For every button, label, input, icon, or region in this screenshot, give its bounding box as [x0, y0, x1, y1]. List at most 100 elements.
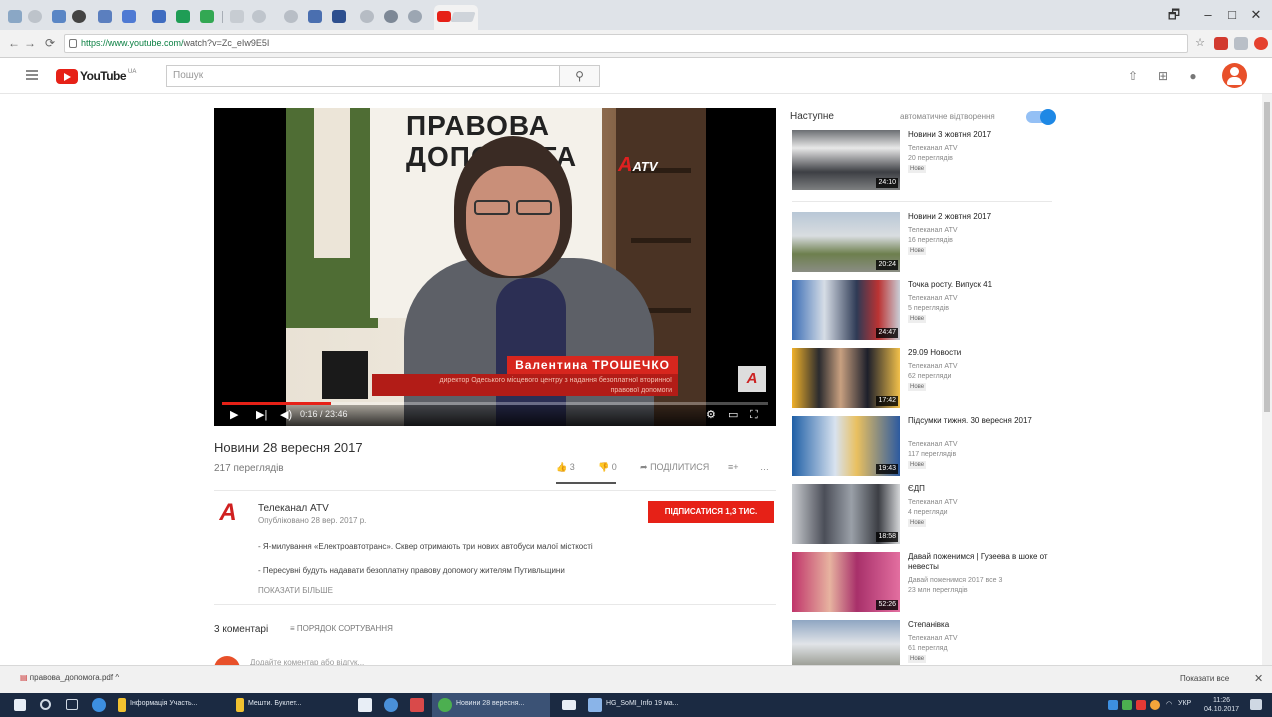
recommended-video[interactable]: 24:47 Точка росту. Випуск 41 Телеканал A… [792, 280, 1052, 344]
show-more-button[interactable]: ПОКАЗАТИ БІЛЬШЕ [258, 586, 333, 595]
play-icon[interactable]: ▶ [230, 408, 238, 422]
autoplay-toggle[interactable] [1026, 109, 1056, 125]
recommended-title[interactable]: Новини 2 жовтня 2017 [908, 212, 1048, 222]
tab-favicon-icon[interactable] [384, 10, 398, 23]
tab-favicon-icon[interactable] [252, 10, 266, 23]
app-icon[interactable] [384, 698, 398, 712]
channel-avatar[interactable]: A [214, 500, 242, 526]
fullscreen-icon[interactable]: ⛶ [750, 408, 758, 422]
recommended-video[interactable]: 52:26 Давай поженимся | Гузеева в шоке о… [792, 552, 1052, 616]
like-button[interactable]: 👍 3 [556, 462, 575, 473]
tab-favicon-icon[interactable] [8, 10, 22, 23]
account-avatar[interactable] [1222, 63, 1247, 88]
video-thumbnail[interactable]: 24:10 [792, 130, 900, 190]
reload-icon[interactable]: ⟳ [42, 35, 58, 51]
tray-icon[interactable] [1150, 700, 1160, 710]
page-scrollbar[interactable] [1262, 94, 1272, 665]
taskbar-item[interactable]: Інформація Участь... [130, 700, 198, 707]
recommended-title[interactable]: Новини 3 жовтня 2017 [908, 130, 1048, 140]
recommended-title[interactable]: 29.09 Новости [908, 348, 1048, 358]
recommended-video[interactable]: 24:10 Новини 3 жовтня 2017 Телеканал ATV… [792, 130, 1052, 194]
upload-icon[interactable]: ⇧ [1126, 69, 1140, 83]
apps-icon[interactable]: ⊞ [1156, 69, 1170, 83]
new-tab-button[interactable] [450, 12, 476, 22]
channel-name[interactable]: Телеканал ATV [258, 503, 329, 514]
next-icon[interactable]: ▶| [256, 408, 267, 422]
show-all-downloads-button[interactable]: Показати все [1180, 674, 1229, 683]
recommended-title[interactable]: Степанівка [908, 620, 1048, 630]
search-button[interactable]: ⚲ [560, 65, 600, 87]
recommended-video[interactable]: 17:42 29.09 Новости Телеканал ATV 62 пер… [792, 348, 1052, 412]
restore-window-icon[interactable]: 🗗 [1162, 6, 1186, 24]
tray-icon[interactable] [1122, 700, 1132, 710]
recommended-title[interactable]: Давай поженимся | Гузеева в шоке от неве… [908, 552, 1048, 572]
tray-icon[interactable] [1108, 700, 1118, 710]
folder-icon[interactable] [118, 698, 126, 712]
opera-icon[interactable] [1254, 37, 1268, 50]
video-thumbnail[interactable]: 52:26 [792, 552, 900, 612]
recommended-video[interactable]: Степанівка Телеканал ATV 61 перегляд Нов… [792, 620, 1052, 665]
taskbar-clock[interactable]: 11:26 04.10.2017 [1204, 696, 1239, 714]
video-thumbnail[interactable] [792, 620, 900, 665]
tab-favicon-icon[interactable] [176, 10, 190, 23]
language-indicator[interactable]: УКР [1178, 700, 1191, 707]
task-view-icon[interactable] [66, 699, 78, 710]
close-window-button[interactable]: ✕ [1244, 6, 1268, 24]
sort-comments-button[interactable]: ≡ ПОРЯДОК СОРТУВАННЯ [290, 624, 393, 633]
search-input[interactable]: Пошук [166, 65, 560, 87]
tab-favicon-icon[interactable] [98, 10, 112, 23]
tab-favicon-icon[interactable] [152, 10, 166, 23]
app-icon[interactable] [358, 698, 372, 712]
tab-favicon-icon[interactable] [284, 10, 298, 23]
taskbar-item[interactable]: Новини 28 вересня... [456, 700, 524, 707]
video-thumbnail[interactable]: 24:47 [792, 280, 900, 340]
share-button[interactable]: ➦ ПОДІЛИТИСЯ [640, 462, 709, 473]
bell-icon[interactable]: ● [1186, 69, 1200, 83]
tab-favicon-icon[interactable] [200, 10, 214, 23]
tab-favicon-icon[interactable] [230, 10, 244, 23]
edge-icon[interactable] [92, 698, 106, 712]
tab-favicon-icon[interactable] [52, 10, 66, 23]
folder-icon[interactable] [236, 698, 244, 712]
tab-favicon-icon[interactable] [122, 10, 136, 23]
notifications-icon[interactable] [1250, 699, 1262, 710]
add-to-icon[interactable]: ≡+ [728, 462, 739, 472]
recommended-video[interactable]: 20:24 Новини 2 жовтня 2017 Телеканал ATV… [792, 212, 1052, 276]
recommended-video[interactable]: 18:58 ЄДП Телеканал ATV 4 перегляди Нове [792, 484, 1052, 548]
minimize-button[interactable]: – [1196, 6, 1220, 24]
network-icon[interactable]: ◠ [1166, 700, 1172, 708]
tab-favicon-icon[interactable] [408, 10, 422, 23]
extension-icon[interactable] [1234, 37, 1248, 50]
app-icon[interactable] [588, 698, 602, 712]
app-icon[interactable] [410, 698, 424, 712]
dislike-button[interactable]: 👎 0 [598, 462, 617, 473]
mail-icon[interactable] [562, 700, 576, 710]
extension-icon[interactable] [1214, 37, 1228, 50]
video-thumbnail[interactable]: 17:42 [792, 348, 900, 408]
video-thumbnail[interactable]: 20:24 [792, 212, 900, 272]
chevron-up-icon[interactable]: ^ [115, 673, 119, 682]
search-icon[interactable] [40, 699, 51, 710]
forward-icon[interactable]: → [22, 35, 38, 51]
close-download-bar-icon[interactable]: ✕ [1254, 672, 1263, 685]
recommended-title[interactable]: Підсумки тижня. 30 вересня 2017 [908, 416, 1048, 426]
taskbar-item[interactable]: HG_SoMI_Info 19 ма... [606, 700, 679, 707]
recommended-title[interactable]: ЄДП [908, 484, 1048, 494]
tab-favicon-icon[interactable] [72, 10, 86, 23]
tab-favicon-icon[interactable] [308, 10, 322, 23]
more-actions-button[interactable]: … [760, 462, 769, 472]
recommended-title[interactable]: Точка росту. Випуск 41 [908, 280, 1048, 290]
back-icon[interactable]: ← [6, 35, 22, 51]
settings-icon[interactable]: ⚙ [706, 408, 716, 422]
video-thumbnail[interactable]: 19:43 [792, 416, 900, 476]
tray-icon[interactable] [1136, 700, 1146, 710]
address-bar[interactable]: https://www.youtube.com/watch?v=Zc_eIw9E… [64, 34, 1188, 53]
taskbar-item[interactable]: Мешти. Буклет... [248, 700, 302, 707]
tab-favicon-icon[interactable] [360, 10, 374, 23]
tab-favicon-icon[interactable] [332, 10, 346, 23]
menu-icon[interactable] [26, 70, 38, 81]
tab-favicon-icon[interactable] [28, 10, 42, 23]
video-thumbnail[interactable]: 18:58 [792, 484, 900, 544]
download-item[interactable]: ▤ правова_допомога.pdf ^ [20, 673, 119, 682]
star-icon[interactable]: ☆ [1192, 35, 1208, 51]
